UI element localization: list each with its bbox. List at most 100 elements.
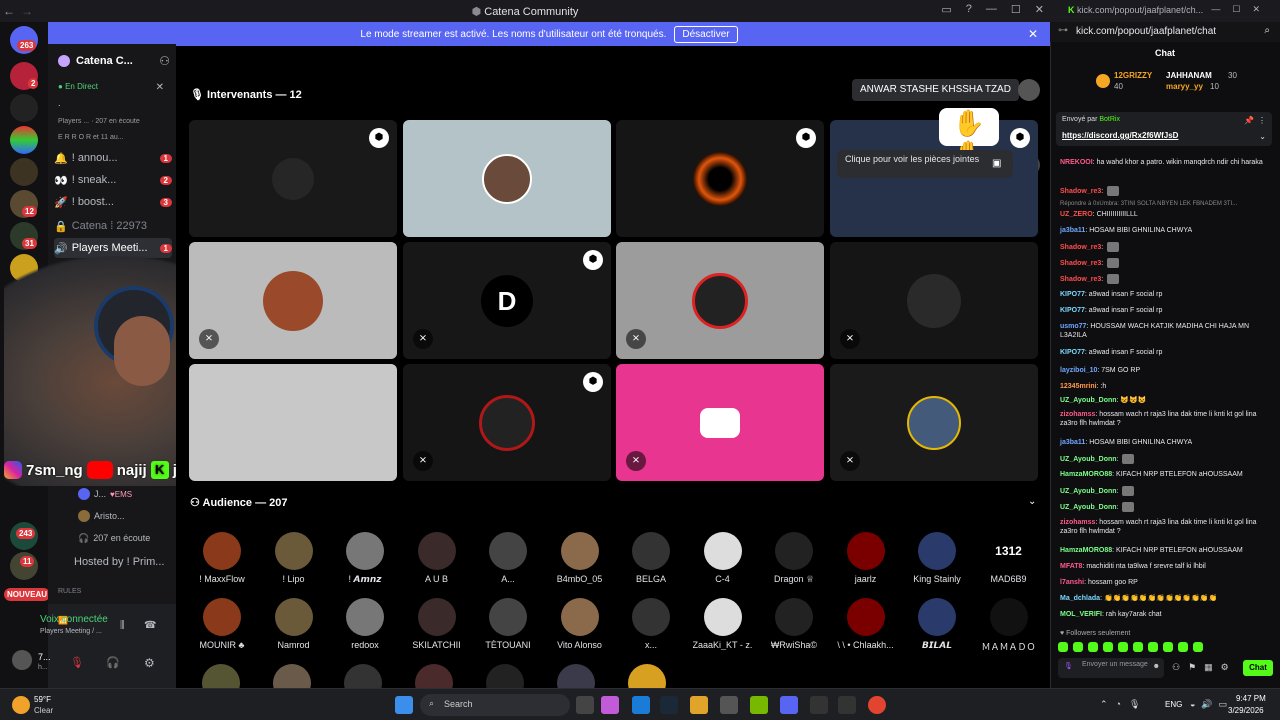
chat-username[interactable]: 12345mrini <box>1060 383 1097 390</box>
speaker-tile[interactable]: ⬢ <box>830 120 1038 237</box>
noise-suppression-icon[interactable]: ⫼ <box>120 620 125 631</box>
tray-icons[interactable]: ⌃◔🎙 <box>1100 699 1148 710</box>
emote-icon[interactable] <box>1163 642 1173 652</box>
chat-username[interactable]: HamzaMORO88 <box>1060 547 1112 554</box>
speaker-tile[interactable]: ⬢ <box>616 120 824 237</box>
store-icon[interactable] <box>720 696 738 714</box>
more-options-icon[interactable]: ⋮ <box>1258 116 1266 125</box>
avatar[interactable] <box>202 664 240 688</box>
settings-gear-icon[interactable]: ⚙ <box>144 656 155 670</box>
chat-message[interactable]: usmo77: HOUSSAM WACH KATJIK MADIHA CHI H… <box>1060 322 1270 340</box>
avatar[interactable] <box>12 650 32 670</box>
minimize-icon[interactable]: — <box>986 3 997 16</box>
disable-streamer-mode-button[interactable]: Désactiver <box>674 25 738 43</box>
chat-username[interactable]: KIPO77 <box>1060 307 1085 314</box>
chat-username[interactable]: KIPO77 <box>1060 349 1085 356</box>
chat-username[interactable]: layziboi_10 <box>1060 367 1097 374</box>
mic-icon[interactable]: 🎙 <box>1064 663 1073 671</box>
emote-icon[interactable] <box>1058 642 1068 652</box>
rules-category[interactable]: RULES <box>58 588 81 595</box>
chat-username[interactable]: ja3ba11 <box>1060 227 1085 234</box>
chat-input[interactable]: 🎙 Envoyer un message ☻ <box>1058 658 1164 678</box>
server-icon[interactable] <box>10 126 38 154</box>
app-icon[interactable] <box>810 696 828 714</box>
chat-message[interactable]: Shadow_re3: <box>1060 274 1270 284</box>
copilot-icon[interactable] <box>601 696 619 714</box>
help-icon[interactable]: ? <box>966 3 972 16</box>
chat-username[interactable]: UZ_ZERO <box>1060 211 1093 218</box>
taskbar-search[interactable]: ⌕ Search <box>420 694 570 716</box>
avatar[interactable] <box>273 664 311 688</box>
chat-message[interactable]: ja3ba11: HOSAM BIBI GHNILINA CHWYA <box>1060 438 1270 447</box>
expand-chevron-icon[interactable]: ⌄ <box>1259 132 1266 141</box>
audience-member[interactable]: \ \ • Chlaakh... <box>836 598 896 650</box>
server-header[interactable]: Catena C... ⚇ <box>58 54 170 68</box>
collapse-chevron-icon[interactable]: ⌄ <box>1028 496 1036 507</box>
chat-username[interactable]: MFAT8 <box>1060 563 1082 570</box>
top-speaker-chip[interactable]: ANWAR STASHE KHSSHA TZAD <box>852 79 1019 101</box>
chat-username[interactable]: usmo77 <box>1060 323 1086 330</box>
emoji-icon[interactable]: ☻ <box>1153 663 1160 671</box>
stage-user-1[interactable]: J... ♥EMS <box>78 484 170 504</box>
chat-message[interactable]: Répondre à 0xUmbra: 3TINI SOLTA NBYEN LE… <box>1060 200 1270 209</box>
chat-message[interactable]: 12345mrini: :h <box>1060 382 1270 391</box>
discord-taskbar-icon[interactable] <box>780 696 798 714</box>
edge-icon[interactable] <box>632 696 650 714</box>
speaker-tile[interactable]: D ⬢ ⨯ <box>403 242 611 359</box>
avatar[interactable] <box>415 664 453 688</box>
speaker-tile[interactable] <box>189 364 397 481</box>
speaker-tile[interactable]: ⬢ <box>189 120 397 237</box>
audience-member[interactable]: MOUNIR ♣ <box>192 598 252 650</box>
windows-start-icon[interactable] <box>395 696 413 714</box>
audience-member[interactable]: ! Lipo <box>264 532 324 584</box>
audience-member[interactable]: A... <box>478 532 538 584</box>
chat-message[interactable]: zizohamss: hossam wach rt raja3 lina dak… <box>1060 518 1270 536</box>
pinned-link[interactable]: https://discord.gg/Rx2f6WfJsD <box>1062 131 1178 140</box>
chat-username[interactable]: ja3ba11 <box>1060 439 1085 446</box>
chat-message[interactable]: UZ_Ayoub_Donn: <box>1060 486 1270 496</box>
emote-icon[interactable] <box>1088 642 1098 652</box>
chat-username[interactable]: KIPO77 <box>1060 291 1085 298</box>
chat-username[interactable]: Ma_dchlada <box>1060 595 1100 602</box>
audience-member[interactable]: TÈTOUANI <box>478 598 538 650</box>
audience-member[interactable]: redoox <box>335 598 395 650</box>
chat-message[interactable]: Ma_dchlada: 👏👏👏👏👏👏👏👏👏👏👏👏👏 <box>1060 594 1270 603</box>
chat-message[interactable]: Shadow_re3: <box>1060 242 1270 252</box>
emote-icon[interactable] <box>1118 642 1128 652</box>
emote-icon[interactable] <box>1073 642 1083 652</box>
file-explorer-icon[interactable] <box>690 696 708 714</box>
audience-member[interactable]: ! MaxxFlow <box>192 532 252 584</box>
chat-message[interactable]: ja3ba11: HOSAM BIBI GHNILINA CHWYA <box>1060 226 1270 235</box>
channel-sneak-peek[interactable]: 👀! sneak... 2 <box>54 170 172 190</box>
system-tray[interactable]: ◒🔊▭ <box>1190 699 1233 710</box>
chat-message[interactable]: MFAT8: machiditi nta ta9lwa f srevre tal… <box>1060 562 1270 571</box>
chat-message[interactable]: UZ_Ayoub_Donn: 😺😺😺 <box>1060 396 1270 405</box>
chat-message[interactable]: UZ_ZERO: CHIIIIIIIIIILLL <box>1060 210 1270 219</box>
voice-channel-label[interactable]: Players Meeting / ... <box>40 628 102 635</box>
audience-member[interactable]: C-4 <box>693 532 753 584</box>
channel-announcements[interactable]: 🔔! annou... 1 <box>54 148 172 168</box>
audience-member[interactable]: A U B <box>407 532 467 584</box>
audience-member[interactable]: 𝘽𝙄𝙇𝘼𝙇 <box>907 598 967 651</box>
audience-member[interactable]: Namrod <box>264 598 324 650</box>
deafen-icon[interactable]: 🎧 <box>106 656 120 669</box>
chat-tools[interactable]: ⚇⚑▦⚙ <box>1172 662 1237 673</box>
audience-member[interactable]: 1312 MAD6B9 <box>979 532 1039 584</box>
kick-url-bar[interactable]: kick.com/popout/jaafplanet/chat ⌕ ⊶ <box>1050 22 1280 42</box>
audience-member[interactable]: SKILATCHII <box>407 598 467 650</box>
channel-catena[interactable]: 🔒 Catena ⁞ 22973 <box>54 216 172 236</box>
chat-username[interactable]: UZ_Ayoub_Donn <box>1060 504 1117 511</box>
channel-boosters[interactable]: 🚀! boost... 3 <box>54 192 172 212</box>
chat-message[interactable]: zizohamss: hossam wach rt raja3 lina dak… <box>1060 410 1270 428</box>
chat-message[interactable]: HamzaMORO88: KIFACH NRP BTELEFON aHOUSSA… <box>1060 546 1270 555</box>
chat-message[interactable]: HamzaMORO88: KIFACH NRP BTELEFON aHOUSSA… <box>1060 470 1270 479</box>
pinned-message[interactable]: Envoyé par BotRix https://discord.gg/Rx2… <box>1056 112 1272 146</box>
maximize-icon[interactable]: ☐ <box>1011 3 1021 16</box>
emote-icon[interactable] <box>1178 642 1188 652</box>
chat-message[interactable]: l7anshi: hossam goo RP <box>1060 578 1270 587</box>
avatar[interactable] <box>628 664 666 688</box>
chat-message[interactable]: Shadow_re3: <box>1060 258 1270 268</box>
channel-players-meeting[interactable]: 🔊 Players Meeti... 1 <box>54 238 172 258</box>
audience-member[interactable]: Dragon ♕ <box>764 532 824 585</box>
close-icon[interactable]: ✕ <box>1035 3 1044 16</box>
